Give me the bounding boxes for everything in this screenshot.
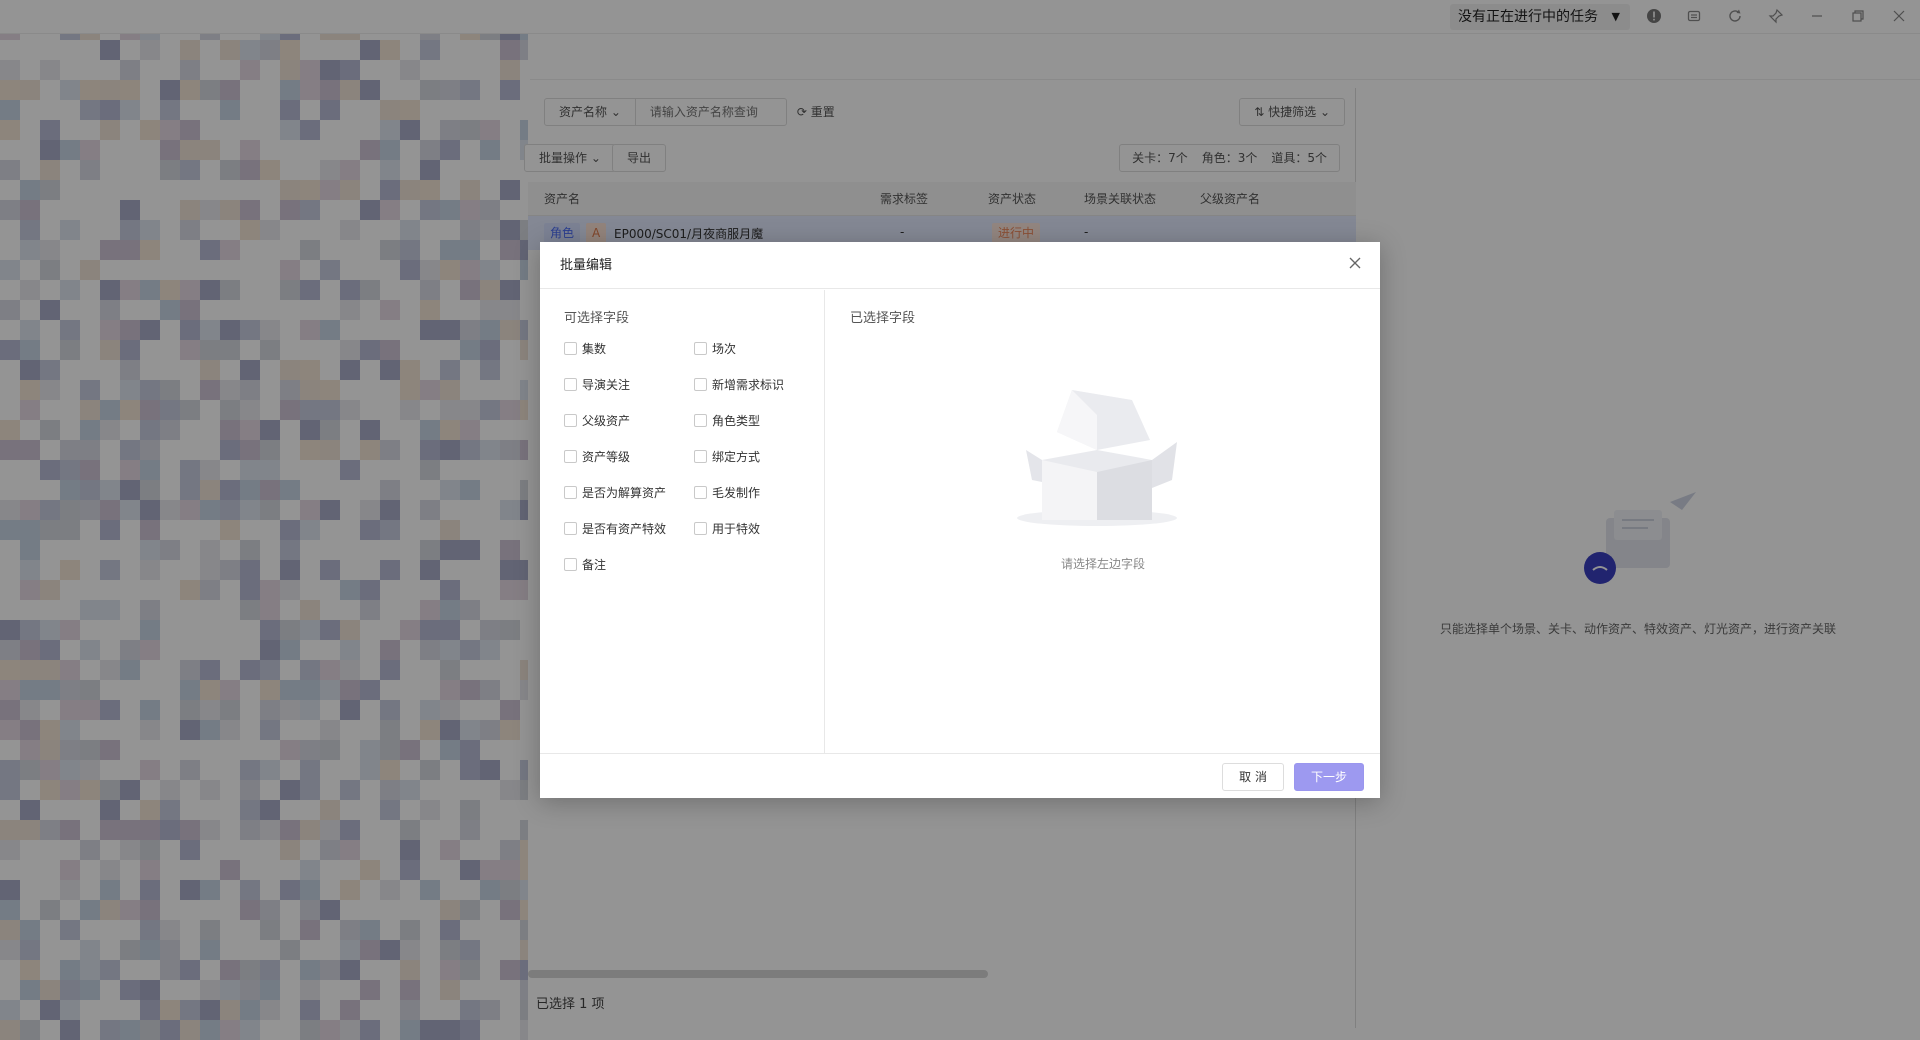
field-checkbox[interactable]: 绑定方式	[694, 448, 760, 465]
next-button[interactable]: 下一步	[1293, 763, 1364, 791]
checkbox[interactable]	[694, 342, 707, 355]
empty-box-icon	[1012, 370, 1182, 530]
field-label: 角色类型	[712, 414, 761, 428]
modal-footer: 取 消 下一步	[540, 753, 1380, 798]
field-label: 绑定方式	[712, 450, 761, 464]
field-checkbox[interactable]: 是否有资产特效	[564, 520, 666, 537]
cancel-button[interactable]: 取 消	[1222, 763, 1284, 791]
field-label: 集数	[582, 342, 607, 356]
checkbox[interactable]	[694, 522, 707, 535]
field-checkbox[interactable]: 毛发制作	[694, 484, 760, 501]
checkbox[interactable]	[564, 522, 577, 535]
modal-header: 批量编辑	[540, 242, 1380, 289]
empty-hint: 请选择左边字段	[1060, 557, 1145, 571]
available-fields-column: 可选择字段 集数 场次 导演关注 新增需求标识 父级资产 角色类型 资产等级 绑…	[540, 290, 825, 753]
field-checkbox[interactable]: 父级资产	[564, 412, 630, 429]
checkbox[interactable]	[564, 558, 577, 571]
checkbox[interactable]	[694, 486, 707, 499]
field-label: 新增需求标识	[712, 378, 785, 392]
field-label: 场次	[712, 342, 737, 356]
modal-body: 可选择字段 集数 场次 导演关注 新增需求标识 父级资产 角色类型 资产等级 绑…	[540, 290, 1380, 753]
field-label: 是否为解算资产	[582, 486, 667, 500]
checkbox[interactable]	[564, 450, 577, 463]
field-checkbox[interactable]: 导演关注	[564, 376, 630, 393]
field-checkbox[interactable]: 备注	[564, 556, 606, 573]
field-label: 是否有资产特效	[582, 522, 667, 536]
selected-fields-title: 已选择字段	[850, 311, 916, 326]
field-label: 资产等级	[582, 450, 631, 464]
field-checkbox[interactable]: 角色类型	[694, 412, 760, 429]
field-checkbox[interactable]: 新增需求标识	[694, 376, 784, 393]
checkbox[interactable]	[564, 414, 577, 427]
field-checkbox[interactable]: 用于特效	[694, 520, 760, 537]
modal-title: 批量编辑	[560, 258, 613, 273]
checkbox[interactable]	[694, 450, 707, 463]
field-label: 备注	[582, 558, 607, 572]
checkbox[interactable]	[564, 378, 577, 391]
batch-edit-modal: 批量编辑 可选择字段 集数 场次 导演关注 新增需求标识 父级资产 角色类型 资…	[540, 242, 1380, 798]
checkbox[interactable]	[694, 414, 707, 427]
field-label: 毛发制作	[712, 486, 761, 500]
field-checkbox[interactable]: 场次	[694, 340, 736, 357]
field-label: 导演关注	[582, 378, 631, 392]
field-label: 用于特效	[712, 522, 761, 536]
selected-fields-column: 已选择字段 请选择左边字段	[826, 290, 1380, 753]
checkbox[interactable]	[694, 378, 707, 391]
field-label: 父级资产	[582, 414, 631, 428]
field-checkbox[interactable]: 是否为解算资产	[564, 484, 666, 501]
checkbox[interactable]	[564, 342, 577, 355]
checkbox[interactable]	[564, 486, 577, 499]
field-checkbox[interactable]: 资产等级	[564, 448, 630, 465]
field-checkbox[interactable]: 集数	[564, 340, 606, 357]
close-icon[interactable]	[1346, 256, 1364, 274]
available-fields-title: 可选择字段	[564, 311, 630, 326]
